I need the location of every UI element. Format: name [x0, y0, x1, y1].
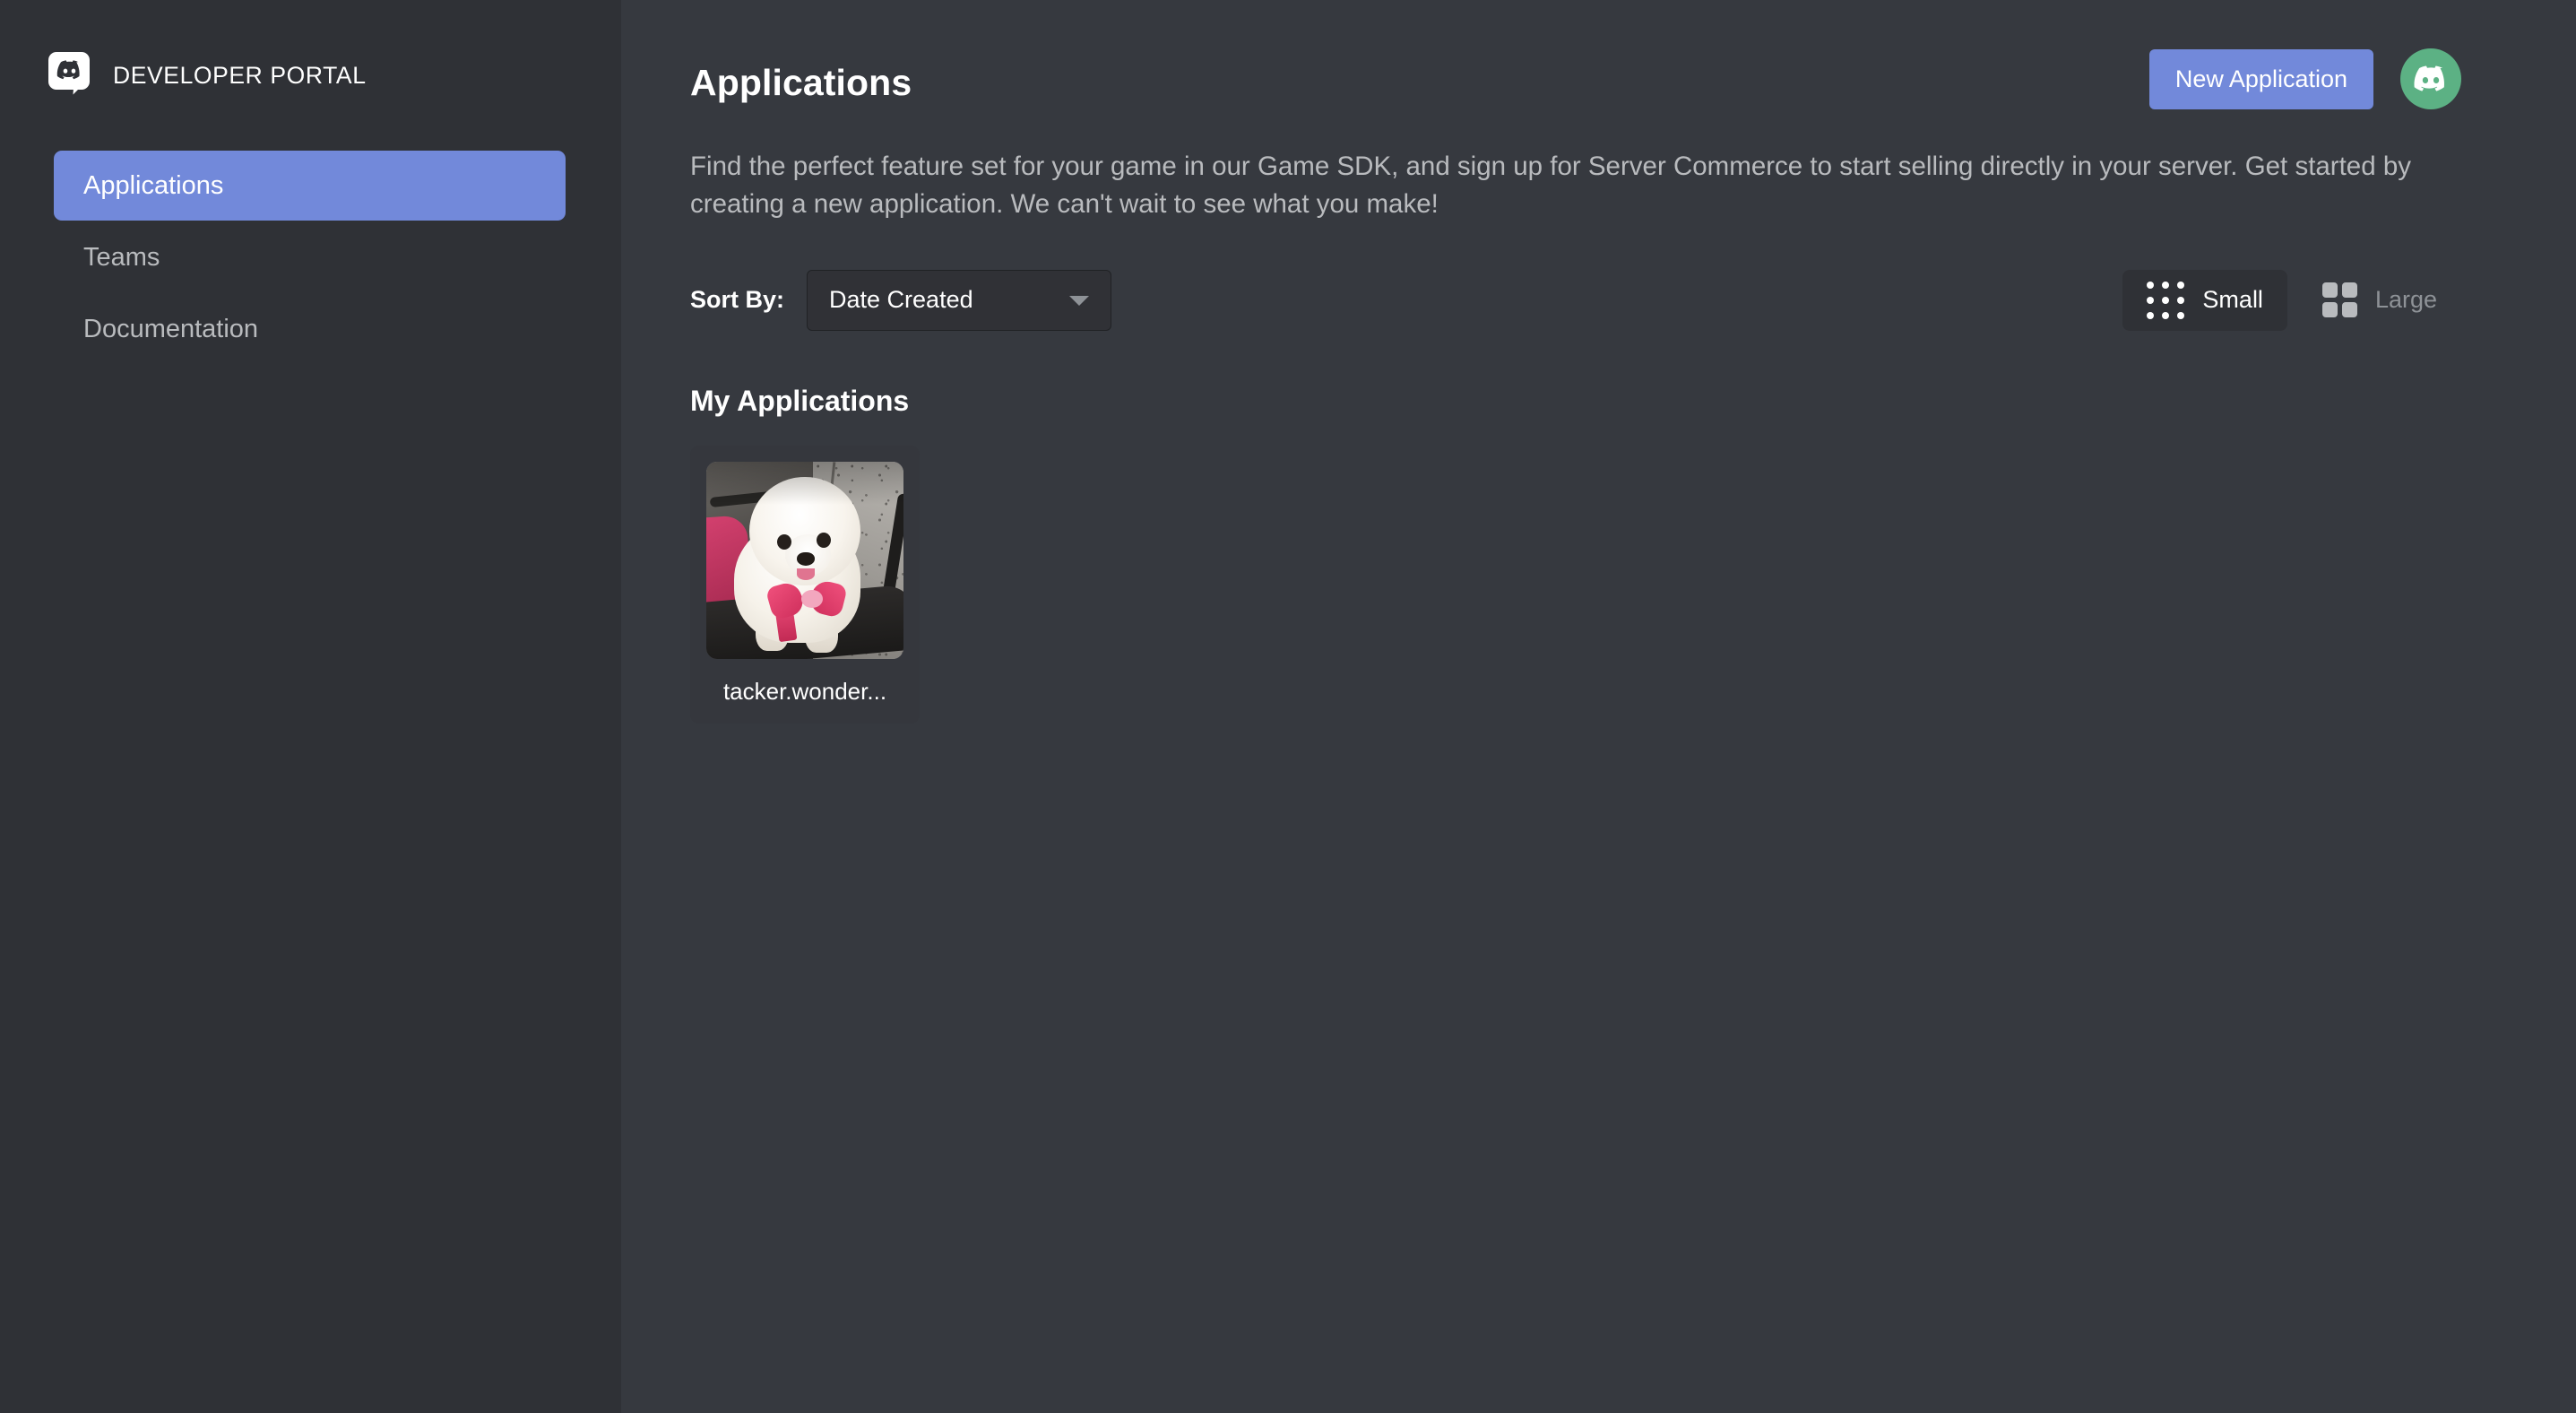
sidebar-item-teams[interactable]: Teams: [54, 222, 566, 292]
discord-speech-bubble-icon: [48, 52, 93, 99]
application-grid: tacker.wonder...: [690, 445, 2461, 724]
application-name: tacker.wonder...: [722, 677, 887, 705]
developer-portal-window: DEVELOPER PORTAL Applications Teams Docu…: [0, 0, 2576, 1413]
view-toggle-large[interactable]: Large: [2298, 270, 2461, 331]
main-content: Applications New Application Find the pe…: [621, 0, 2576, 1413]
page-title: Applications: [690, 62, 912, 103]
grid-squares-icon: [2321, 282, 2357, 318]
view-toggle-large-label: Large: [2374, 286, 2437, 314]
sidebar-item-label: Teams: [83, 242, 160, 272]
section-title-my-applications: My Applications: [690, 384, 910, 417]
sidebar-nav: Applications Teams Documentation: [0, 151, 621, 364]
page-header: Applications New Application: [690, 0, 2461, 109]
application-thumbnail: [706, 461, 903, 659]
sort-by-label: Sort By:: [690, 286, 785, 314]
discord-clyde-icon: [2414, 65, 2445, 91]
application-card[interactable]: tacker.wonder...: [690, 445, 920, 724]
sort-select[interactable]: Date Created: [807, 269, 1112, 331]
dog-photo-icon: [706, 461, 903, 659]
control-bar: Sort By: Date Created Small Large: [690, 266, 2461, 334]
view-toggle-small-label: Small: [2202, 286, 2263, 314]
view-toggle-group: Small Large: [2122, 269, 2461, 331]
brand-title: DEVELOPER PORTAL: [113, 61, 367, 89]
grid-dots-icon: [2147, 281, 2185, 319]
sidebar-item-label: Documentation: [83, 314, 259, 343]
sort-select-wrapper: Date Created: [807, 269, 1112, 331]
page-description: Find the perfect feature set for your ga…: [690, 152, 2411, 219]
sidebar-item-applications[interactable]: Applications: [54, 151, 566, 221]
sidebar: DEVELOPER PORTAL Applications Teams Docu…: [0, 0, 621, 1413]
sort-group: Sort By: Date Created: [690, 269, 1112, 331]
view-toggle-small[interactable]: Small: [2122, 269, 2287, 331]
avatar[interactable]: [2400, 48, 2461, 109]
sidebar-item-documentation[interactable]: Documentation: [54, 294, 566, 364]
sidebar-item-label: Applications: [83, 170, 224, 200]
header-actions: New Application: [2148, 48, 2461, 109]
new-application-button[interactable]: New Application: [2148, 48, 2373, 109]
brand-header[interactable]: DEVELOPER PORTAL: [0, 0, 621, 99]
